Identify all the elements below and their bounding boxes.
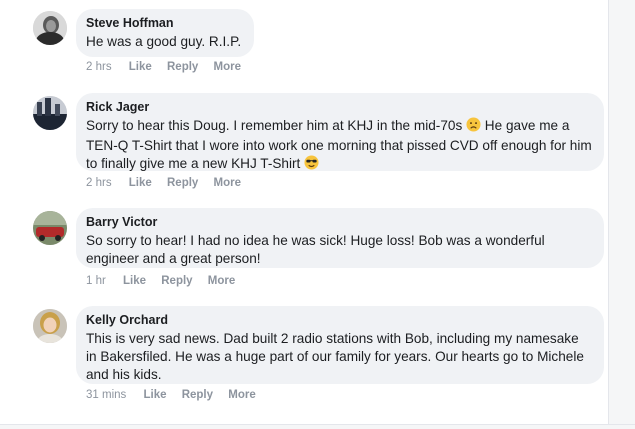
reply-button[interactable]: Reply xyxy=(167,177,198,189)
comment-bubble: Kelly Orchard This is very sad news. Dad… xyxy=(76,306,604,384)
comment-bubble: Rick Jager Sorry to hear this Doug. I re… xyxy=(76,93,604,171)
reply-button[interactable]: Reply xyxy=(161,275,192,287)
more-button[interactable]: More xyxy=(208,275,235,287)
comment-actions: 2 hrs Like Reply More xyxy=(86,61,253,73)
page-edge xyxy=(608,0,635,429)
comment-time[interactable]: 2 hrs xyxy=(86,177,112,189)
avatar[interactable] xyxy=(33,11,67,45)
more-button[interactable]: More xyxy=(214,177,241,189)
more-button[interactable]: More xyxy=(228,389,255,401)
like-button[interactable]: Like xyxy=(129,61,152,73)
avatar[interactable] xyxy=(33,309,67,343)
avatar[interactable] xyxy=(33,96,67,130)
reply-button[interactable]: Reply xyxy=(182,389,213,401)
comment-text: He was a good guy. R.I.P. xyxy=(86,34,242,49)
comment-time[interactable]: 1 hr xyxy=(86,275,106,287)
comment-actions: 1 hr Like Reply More xyxy=(86,275,247,287)
comment-text: Sorry to hear this Doug. I remember him … xyxy=(86,117,592,175)
comment-author[interactable]: Steve Hoffman xyxy=(86,15,242,31)
comment-bubble: Barry Victor So sorry to hear! I had no … xyxy=(76,208,604,268)
avatar[interactable] xyxy=(33,211,67,245)
comment-time[interactable]: 31 mins xyxy=(86,389,126,401)
comment-author[interactable]: Barry Victor xyxy=(86,214,592,230)
comment-text-part: Sorry to hear this Doug. I remember him … xyxy=(86,118,463,133)
like-button[interactable]: Like xyxy=(143,389,166,401)
like-button[interactable]: Like xyxy=(123,275,146,287)
comment-time[interactable]: 2 hrs xyxy=(86,61,112,73)
comment-text: So sorry to hear! I had no idea he was s… xyxy=(86,233,545,266)
more-button[interactable]: More xyxy=(214,61,241,73)
comment-actions: 31 mins Like Reply More xyxy=(86,389,268,401)
reply-button[interactable]: Reply xyxy=(167,61,198,73)
divider xyxy=(0,424,635,429)
comment-bubble: Steve Hoffman He was a good guy. R.I.P. xyxy=(76,9,254,57)
like-button[interactable]: Like xyxy=(129,177,152,189)
sad-face-emoji xyxy=(466,117,481,137)
comment-actions: 2 hrs Like Reply More xyxy=(86,177,253,189)
comment-author[interactable]: Rick Jager xyxy=(86,99,592,115)
comment-author[interactable]: Kelly Orchard xyxy=(86,312,592,328)
comment-text: This is very sad news. Dad built 2 radio… xyxy=(86,331,584,382)
sunglasses-emoji xyxy=(304,155,319,175)
